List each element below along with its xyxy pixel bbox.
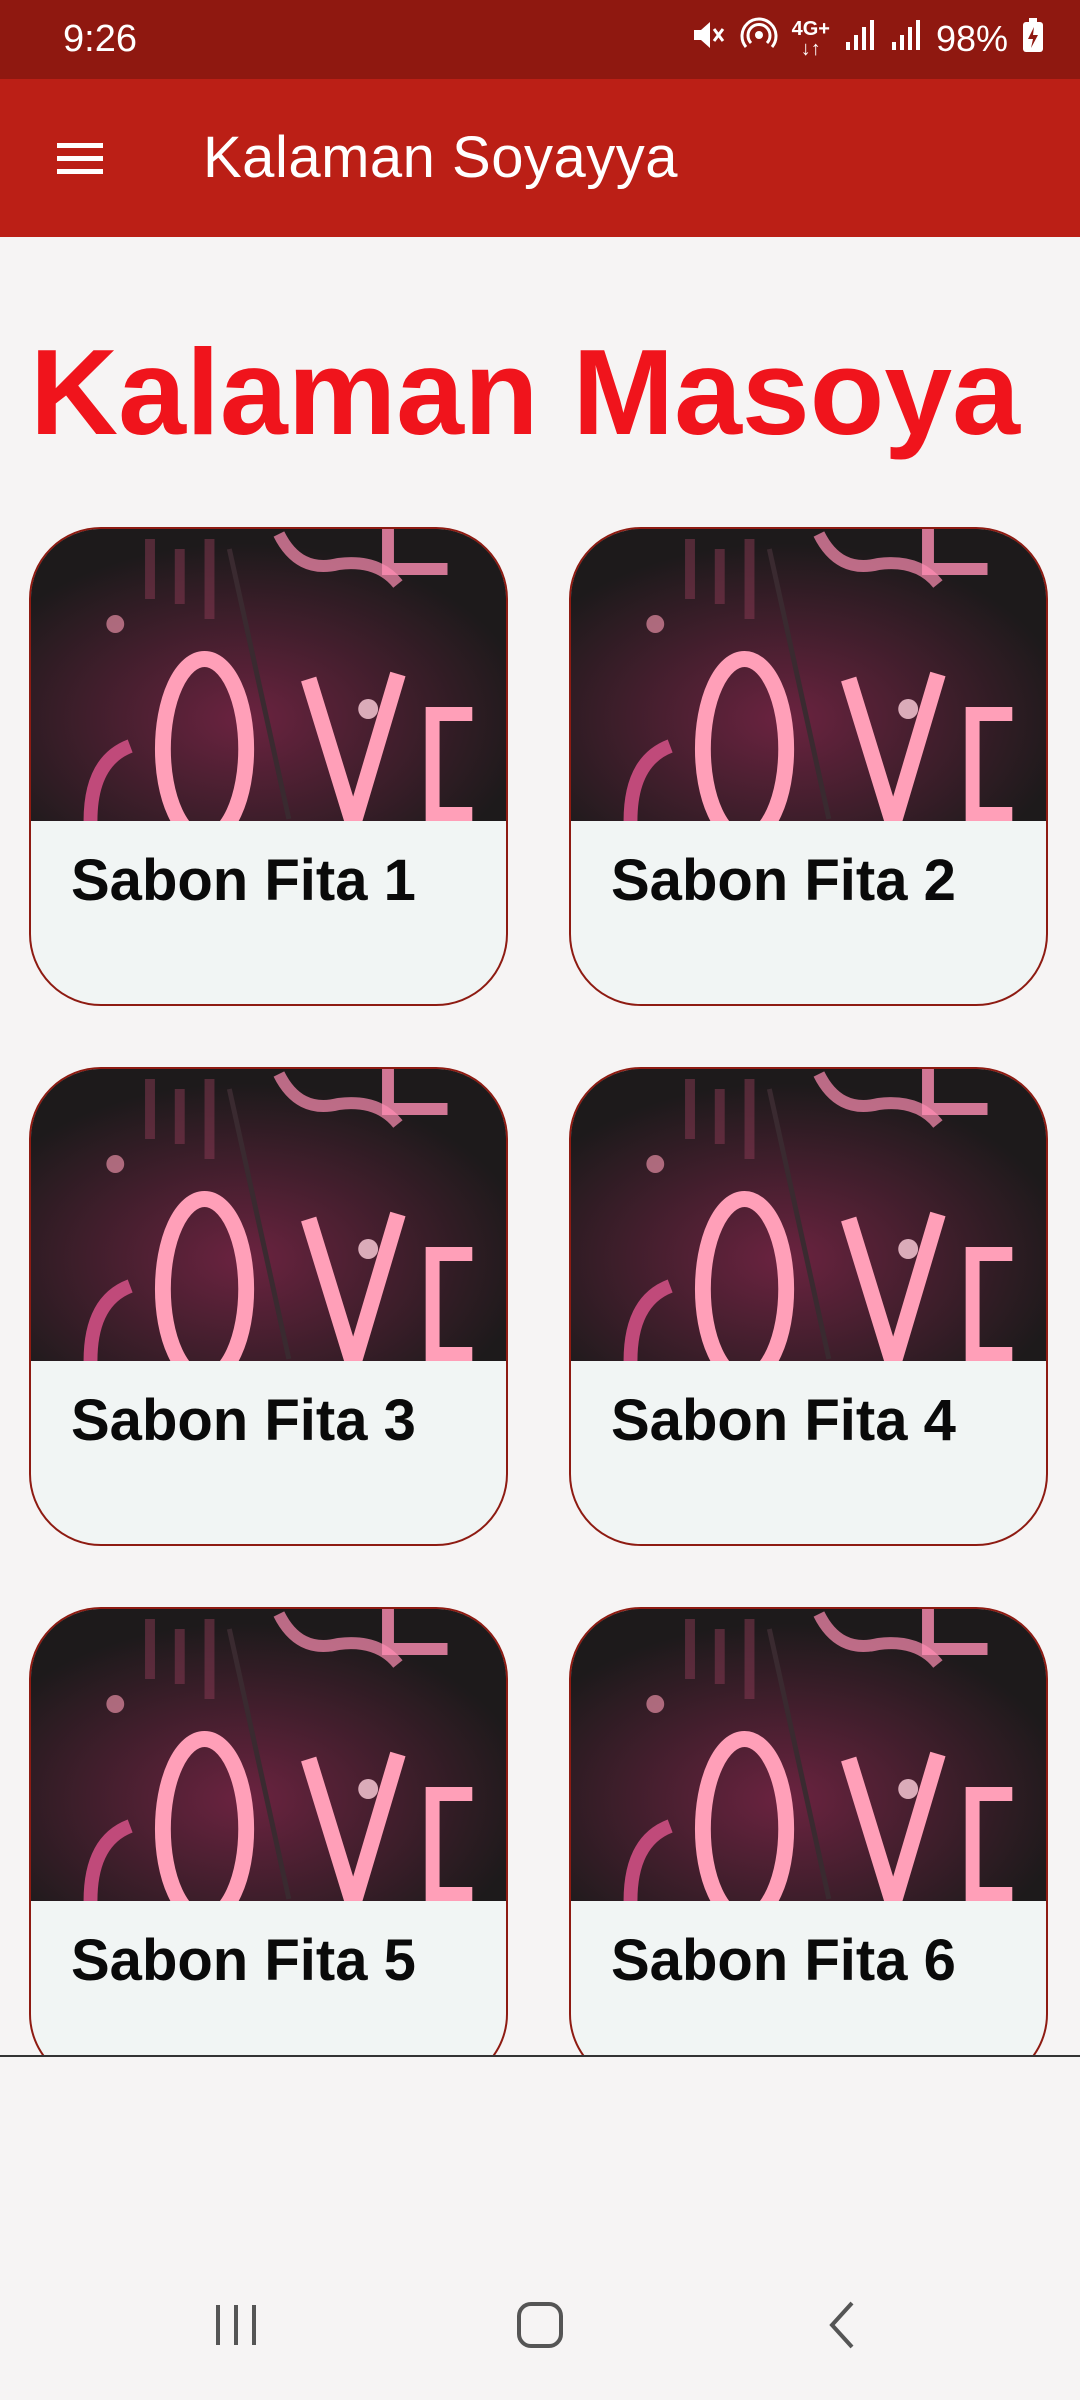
neon-love-image [571, 1069, 1046, 1361]
main-content: Kalaman Masoya Sabon Fita 1 Sabon Fita 2 [0, 237, 1080, 2055]
home-icon[interactable] [480, 2280, 600, 2370]
app-title: Kalaman Soyayya [203, 125, 678, 190]
signal-icon [844, 18, 876, 61]
neon-love-image [31, 1069, 506, 1361]
category-card-4[interactable]: Sabon Fita 4 [569, 1067, 1048, 1546]
card-label: Sabon Fita 5 [71, 1928, 416, 1993]
category-card-1[interactable]: Sabon Fita 1 [29, 527, 508, 1006]
navigation-bar [0, 2240, 1080, 2400]
category-card-6[interactable]: Sabon Fita 6 [569, 1607, 1048, 2055]
category-card-3[interactable]: Sabon Fita 3 [29, 1067, 508, 1546]
neon-love-image [571, 529, 1046, 821]
card-label: Sabon Fita 4 [611, 1388, 956, 1453]
neon-love-image [571, 1609, 1046, 1901]
card-label: Sabon Fita 6 [611, 1928, 956, 1993]
neon-love-image [31, 1609, 506, 1901]
back-icon[interactable] [782, 2280, 902, 2370]
network-label: 4G+ [791, 18, 830, 40]
status-icons: 4G+ ↓↑ 98% [690, 14, 1044, 64]
network-4g-icon: 4G+ ↓↑ [792, 19, 830, 59]
page-heading: Kalaman Masoya [30, 324, 1020, 460]
neon-love-image [31, 529, 506, 821]
category-card-2[interactable]: Sabon Fita 2 [569, 527, 1048, 1006]
recent-apps-icon[interactable] [176, 2280, 296, 2370]
signal-icon [890, 18, 922, 61]
battery-percentage: 98% [935, 18, 1008, 59]
content-divider [0, 2055, 1080, 2057]
hamburger-menu-icon[interactable] [40, 118, 120, 198]
category-card-5[interactable]: Sabon Fita 5 [29, 1607, 508, 2055]
hotspot-icon [740, 16, 778, 63]
mute-icon [690, 17, 726, 62]
data-arrows-icon: ↓↑ [800, 38, 821, 60]
card-label: Sabon Fita 2 [611, 848, 956, 913]
status-bar: 9:26 4G+ ↓↑ 98% [0, 0, 1080, 79]
app-bar: Kalaman Soyayya [0, 79, 1080, 237]
battery-charging-icon [1022, 17, 1044, 62]
status-time: 9:26 [63, 18, 137, 60]
card-label: Sabon Fita 1 [71, 848, 416, 913]
card-label: Sabon Fita 3 [71, 1388, 416, 1453]
